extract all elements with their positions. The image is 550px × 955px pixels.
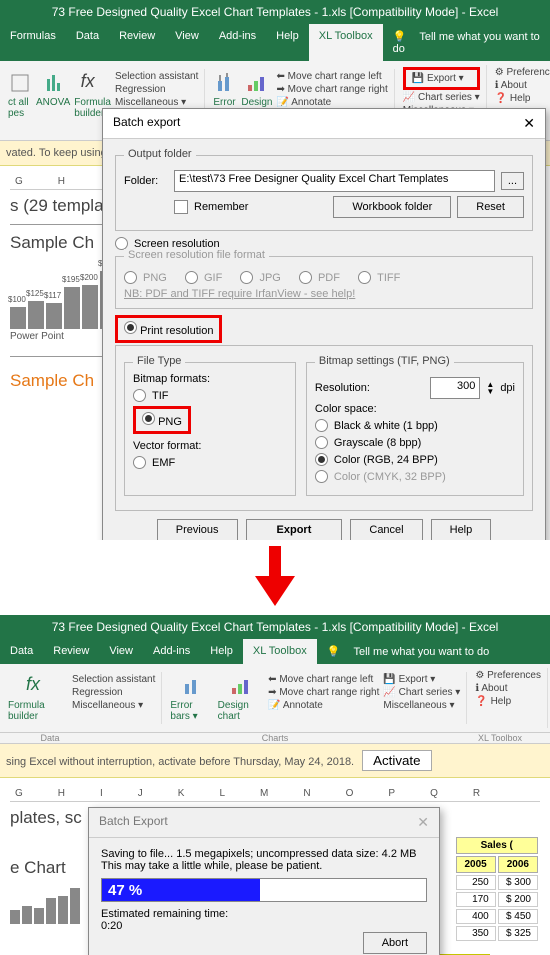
print-resolution-radio[interactable] bbox=[124, 321, 137, 334]
tell-me-2[interactable]: 💡 Tell me what you want to do bbox=[317, 639, 550, 664]
export-do-button[interactable]: Export bbox=[246, 519, 343, 540]
progress-dialog: Batch Export✕ Saving to file... 1.5 mega… bbox=[88, 807, 440, 955]
annotate[interactable]: 📝 Annotate bbox=[277, 97, 388, 108]
arrow-icon bbox=[0, 546, 550, 609]
previous-button[interactable]: Previous bbox=[157, 519, 238, 540]
tab-data-2[interactable]: Data bbox=[0, 639, 43, 664]
close-icon-2[interactable]: ✕ bbox=[417, 814, 429, 831]
help-link[interactable]: ❓ Help bbox=[495, 93, 550, 104]
activate-button[interactable]: Activate bbox=[362, 750, 431, 771]
help-button[interactable]: Help bbox=[431, 519, 492, 540]
workbook-folder-button[interactable]: Workbook folder bbox=[333, 196, 451, 218]
export-button[interactable]: 💾 Export ▾ bbox=[403, 67, 480, 90]
anova-button[interactable]: ANOVA bbox=[36, 71, 70, 108]
tab-view[interactable]: View bbox=[165, 24, 209, 61]
sales-table: Sales ( 20052006 250$ 300 170$ 200 400$ … bbox=[454, 835, 541, 943]
tab-xl-2[interactable]: XL Toolbox bbox=[243, 639, 317, 664]
formula-builder-2[interactable]: fxFormula builder bbox=[8, 674, 68, 722]
tell-me[interactable]: 💡 Tell me what you want to do bbox=[383, 24, 550, 61]
tab-view-2[interactable]: View bbox=[99, 639, 143, 664]
about[interactable]: ℹ About bbox=[495, 80, 550, 91]
gray-radio[interactable] bbox=[315, 436, 328, 449]
tab-xl-toolbox[interactable]: XL Toolbox bbox=[309, 24, 383, 61]
preferences[interactable]: ⚙ Preferences bbox=[495, 67, 550, 78]
chart-series[interactable]: 📈 Chart series ▾ bbox=[403, 92, 480, 103]
miscellaneous[interactable]: Miscellaneous ▾ bbox=[115, 97, 198, 108]
bw-radio[interactable] bbox=[315, 419, 328, 432]
folder-input[interactable]: E:\test\73 Free Designer Quality Excel C… bbox=[174, 170, 495, 192]
abort-button[interactable]: Abort bbox=[363, 932, 427, 954]
tab-review-2[interactable]: Review bbox=[43, 639, 99, 664]
emf-radio[interactable] bbox=[133, 456, 146, 469]
tab-help-2[interactable]: Help bbox=[200, 639, 243, 664]
window-title: 73 Free Designed Quality Excel Chart Tem… bbox=[0, 0, 550, 24]
design-chart-2[interactable]: Design chart bbox=[218, 674, 264, 722]
rgb-radio[interactable] bbox=[315, 453, 328, 466]
png-radio[interactable] bbox=[142, 412, 155, 425]
browse-button[interactable]: ... bbox=[501, 172, 524, 190]
regression[interactable]: Regression bbox=[115, 84, 198, 95]
tab-data[interactable]: Data bbox=[66, 24, 109, 61]
close-icon[interactable]: ✕ bbox=[523, 115, 535, 132]
cmyk-radio bbox=[315, 470, 328, 483]
progress-bar: 47 % bbox=[101, 878, 427, 902]
tab-formulas[interactable]: Formulas bbox=[0, 24, 66, 61]
batch-export-dialog: Batch export✕ Output folder Folder: E:\t… bbox=[102, 108, 546, 540]
menubar: Formulas Data Review View Add-ins Help X… bbox=[0, 24, 550, 61]
tab-review[interactable]: Review bbox=[109, 24, 165, 61]
dpi-input[interactable]: 300 bbox=[430, 377, 480, 399]
remember-checkbox[interactable] bbox=[174, 200, 188, 214]
move-range-left[interactable]: ⬅ Move chart range left bbox=[277, 71, 388, 82]
cancel-button[interactable]: Cancel bbox=[350, 519, 422, 540]
tab-help[interactable]: Help bbox=[266, 24, 309, 61]
error-bars-2[interactable]: Error bars ▾ bbox=[170, 674, 213, 722]
tab-addins[interactable]: Add-ins bbox=[209, 24, 266, 61]
tif-radio[interactable] bbox=[133, 389, 146, 402]
tab-addins-2[interactable]: Add-ins bbox=[143, 639, 200, 664]
selection-assistant[interactable]: Selection assistant bbox=[115, 71, 198, 82]
irfanview-help-link: NB: PDF and TIFF require IrfanView - see… bbox=[124, 288, 355, 300]
dpi-down[interactable]: ▼ bbox=[486, 388, 494, 395]
move-range-right[interactable]: ➡ Move chart range right bbox=[277, 84, 388, 95]
window-title-2: 73 Free Designed Quality Excel Chart Tem… bbox=[0, 615, 550, 639]
select-all-types[interactable]: ct all pes bbox=[8, 71, 32, 119]
reset-button[interactable]: Reset bbox=[457, 196, 524, 218]
